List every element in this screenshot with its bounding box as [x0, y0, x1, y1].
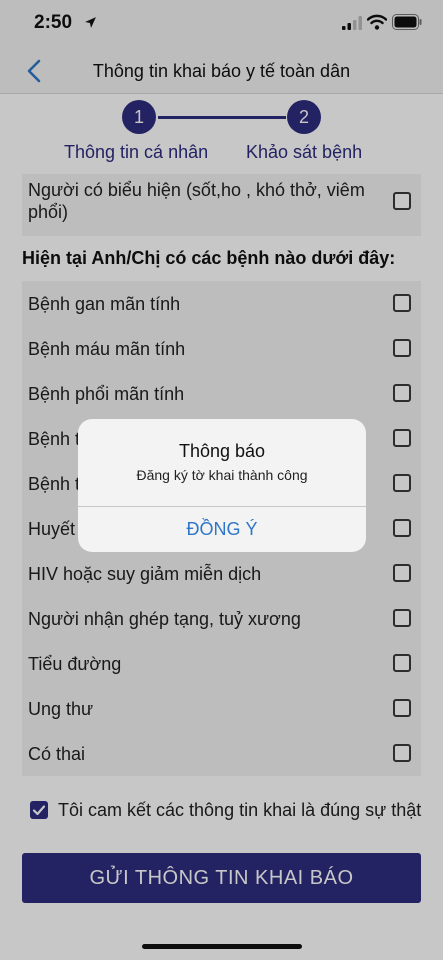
alert-confirm-button[interactable]: ĐỒNG Ý [78, 507, 366, 552]
alert-message: Đăng ký tờ khai thành công [136, 467, 308, 483]
alert-title: Thông báo [178, 441, 266, 461]
alert-dialog: Thông báo Đăng ký tờ khai thành công ĐỒN… [78, 419, 366, 552]
